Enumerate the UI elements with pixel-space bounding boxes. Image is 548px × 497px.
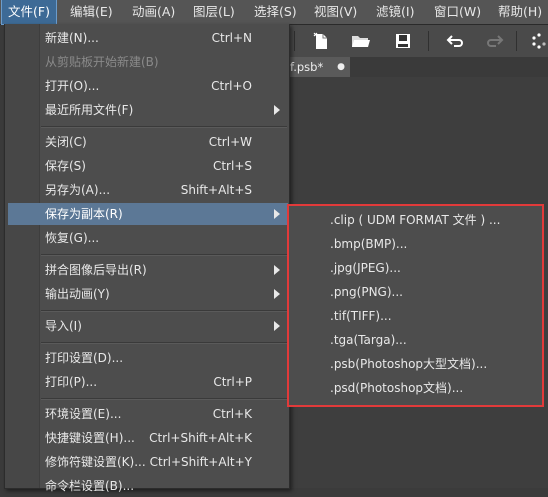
menu-item-shortcut-settings[interactable]: 快捷键设置(H)... Ctrl+Shift+Alt+K <box>8 427 288 449</box>
menu-separator <box>41 254 287 256</box>
document-tab-title: f.psb* <box>290 60 324 74</box>
submenu-arrow-icon <box>274 209 280 219</box>
undo-icon[interactable] <box>444 31 466 51</box>
menu-item-modifier-key-settings[interactable]: 修饰符键设置(K)... Ctrl+Shift+Alt+Y <box>8 451 288 473</box>
submenu-item-tga[interactable]: .tga(Targa)... <box>289 329 542 351</box>
submenu-item-clip[interactable]: .clip ( UDM FORMAT 文件 ) ... <box>289 209 542 231</box>
menubar: 文件(F) 编辑(E) 动画(A) 图层(L) 选择(S) 视图(V) 滤镜(I… <box>0 0 548 25</box>
command-bar <box>288 25 548 58</box>
save-copy-submenu: .clip ( UDM FORMAT 文件 ) ... .bmp(BMP)...… <box>287 204 544 407</box>
menu-window[interactable]: 窗口(W) <box>434 0 481 24</box>
menu-separator <box>41 342 287 344</box>
menu-item-print-settings[interactable]: 打印设置(D)... <box>8 347 288 369</box>
document-tab[interactable]: f.psb* ● <box>288 57 350 77</box>
menu-select[interactable]: 选择(S) <box>254 0 297 24</box>
menu-item-export-animation[interactable]: 输出动画(Y) <box>8 283 288 305</box>
submenu-item-jpg[interactable]: .jpg(JPEG)... <box>289 257 542 279</box>
menu-file[interactable]: 文件(F) <box>1 0 57 25</box>
menu-view[interactable]: 视图(V) <box>314 0 357 24</box>
toolbar-separator <box>428 31 429 51</box>
submenu-arrow-icon <box>274 321 280 331</box>
menu-edit[interactable]: 编辑(E) <box>70 0 113 24</box>
menu-animation[interactable]: 动画(A) <box>132 0 175 24</box>
menu-separator <box>41 398 287 400</box>
submenu-arrow-icon <box>274 105 280 115</box>
menu-separator <box>41 310 287 312</box>
menu-item-save[interactable]: 保存(S) Ctrl+S <box>8 155 288 177</box>
redo-icon[interactable] <box>484 31 506 51</box>
menu-item-print[interactable]: 打印(P)... Ctrl+P <box>8 371 288 393</box>
menu-item-preferences[interactable]: 环境设置(E)... Ctrl+K <box>8 403 288 425</box>
loading-icon[interactable] <box>528 31 548 51</box>
menu-item-export-flattened[interactable]: 拼合图像后导出(R) <box>8 259 288 281</box>
menu-item-save-as[interactable]: 另存为(A)... Shift+Alt+S <box>8 179 288 201</box>
menu-item-new-from-clipboard: 从剪贴板开始新建(B) <box>45 55 159 69</box>
submenu-item-tif[interactable]: .tif(TIFF)... <box>289 305 542 327</box>
save-icon[interactable] <box>392 31 414 51</box>
menu-item-new[interactable]: 新建(N)... Ctrl+N <box>8 27 288 49</box>
file-menu: 新建(N)... Ctrl+N 从剪贴板开始新建(B) 打开(O)... Ctrl+… <box>4 24 290 493</box>
menu-item-import[interactable]: 导入(I) <box>8 315 288 337</box>
submenu-arrow-icon <box>274 265 280 275</box>
menu-item-command-bar-settings[interactable]: 命令栏设置(B)... <box>8 475 288 497</box>
submenu-item-psd[interactable]: .psd(Photoshop文档)... <box>289 377 542 399</box>
menu-item-revert[interactable]: 恢复(G)... <box>8 227 288 249</box>
menu-layer[interactable]: 图层(L) <box>193 0 235 24</box>
new-page-icon[interactable] <box>310 31 332 51</box>
open-folder-icon[interactable] <box>350 31 372 51</box>
menu-item-recent-files[interactable]: 最近所用文件(F) <box>8 99 288 121</box>
document-tabbar: f.psb* ● <box>288 57 548 77</box>
menu-separator <box>41 126 287 128</box>
submenu-item-psb[interactable]: .psb(Photoshop大型文档)... <box>289 353 542 375</box>
submenu-arrow-icon <box>274 289 280 299</box>
toolbar-separator <box>516 31 517 51</box>
toolbar-separator <box>294 31 295 51</box>
menu-filter[interactable]: 滤镜(I) <box>376 0 414 24</box>
menu-item-save-copy[interactable]: 保存为副本(R) <box>8 203 288 225</box>
unsaved-dot-icon[interactable]: ● <box>337 57 345 77</box>
menu-item-close[interactable]: 关闭(C) Ctrl+W <box>8 131 288 153</box>
menu-help[interactable]: 帮助(H) <box>498 0 542 24</box>
submenu-item-png[interactable]: .png(PNG)... <box>289 281 542 303</box>
menu-item-open[interactable]: 打开(O)... Ctrl+O <box>8 75 288 97</box>
submenu-item-bmp[interactable]: .bmp(BMP)... <box>289 233 542 255</box>
